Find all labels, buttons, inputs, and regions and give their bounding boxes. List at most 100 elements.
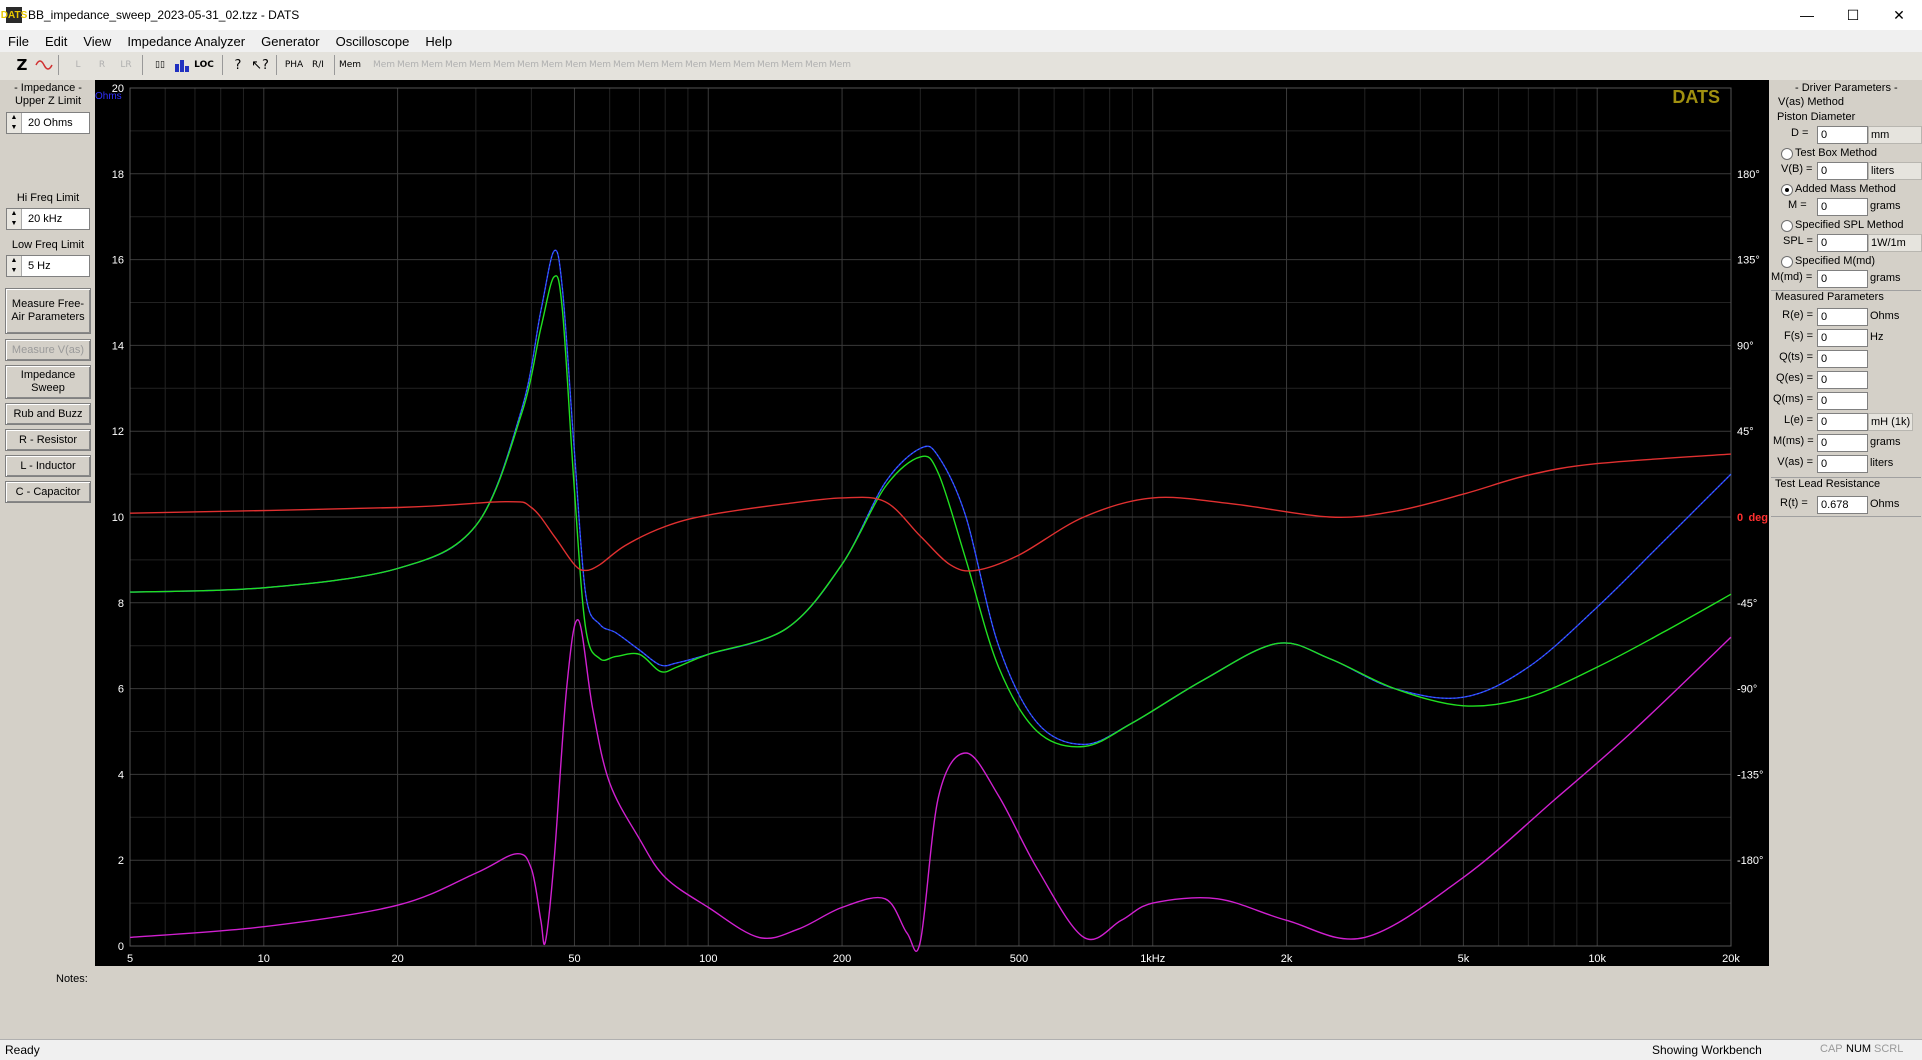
test-lead-header: Test Lead Resistance [1775,478,1881,490]
memory-slot-button[interactable]: Mem [493,54,515,76]
upper-z-spinner[interactable]: ▲ ▼ 20 Ohms [6,112,90,134]
measured-param-value[interactable]: 0 [1817,350,1868,368]
memory-slot-button[interactable]: Mem [445,54,467,76]
memory-slot-button[interactable]: Mem [757,54,779,76]
vb-input[interactable]: 0 [1817,162,1868,180]
ohms-tick-label: 0 [118,941,124,953]
menu-oscilloscope[interactable]: Oscilloscope [328,34,418,49]
close-icon[interactable]: ✕ [1876,0,1922,30]
spl-input[interactable]: 0 [1817,234,1868,252]
log-scale-button[interactable]: LOC [194,54,214,76]
memory-slot-button[interactable]: Mem [661,54,683,76]
hi-freq-spinner[interactable]: ▲ ▼ 20 kHz [6,208,90,230]
hi-freq-value[interactable]: 20 kHz [22,209,62,229]
minimize-icon[interactable]: — [1784,0,1830,30]
impedance-chart-svg[interactable]: 0 2 4 6 8 10 12 14 16 18 20 -180° -135° -90° -45° 0 45°… [95,80,1769,966]
toolbar: Z L R LR ▯▯ LOC ? ↖? PHA R/I Mem Mem Mem M… [0,52,1922,81]
status-ready: Ready [5,1043,40,1057]
menu-generator[interactable]: Generator [253,34,328,49]
impedance-z-button[interactable]: Z [12,54,32,76]
menu-help[interactable]: Help [417,34,460,49]
memory-slot-button[interactable]: Mem [613,54,635,76]
measured-param-value[interactable]: 0 [1817,455,1868,473]
right-panel: - Driver Parameters - V(as) Method Pisto… [1769,80,1922,966]
measured-param-value[interactable]: 0 [1817,434,1868,452]
menu-file[interactable]: File [0,34,37,49]
re-im-icon[interactable]: R/I [308,54,328,76]
memory-slot-button[interactable]: Mem [637,54,659,76]
memory-slot-button[interactable]: Mem [421,54,443,76]
memory-slot-button[interactable]: Mem [829,54,851,76]
measured-param-value[interactable]: 0 [1817,308,1868,326]
m-input[interactable]: 0 [1817,198,1868,216]
memory-slot-button[interactable]: Mem [589,54,611,76]
upper-z-value[interactable]: 20 Ohms [22,113,73,133]
bar-chart-icon[interactable] [172,54,192,76]
memory-slot-button[interactable]: Mem [397,54,419,76]
rub-and-buzz-button[interactable]: Rub and Buzz [5,403,91,425]
impedance-sweep-button[interactable]: Impedance Sweep [5,365,91,399]
specified-spl-label: Specified SPL Method [1795,219,1904,231]
menu-view[interactable]: View [75,34,119,49]
specified-spl-radio[interactable] [1781,220,1793,232]
left-channel-icon[interactable]: L [68,54,88,76]
memory-slot-button[interactable]: Mem [805,54,827,76]
spin-up-icon[interactable]: ▲ [7,113,21,123]
status-bar: Ready Showing Workbench CAP NUM SCRL [0,1039,1922,1060]
measured-param-label: M(ms) = [1773,435,1814,447]
menu-impedance-analyzer[interactable]: Impedance Analyzer [119,34,253,49]
added-mass-radio[interactable] [1781,184,1793,196]
memory-main-button[interactable]: Mem [339,54,361,76]
resistor-button[interactable]: R - Resistor [5,429,91,451]
mmd-input[interactable]: 0 [1817,270,1868,288]
low-freq-spinner[interactable]: ▲ ▼ 5 Hz [6,255,90,277]
spin-up-icon[interactable]: ▲ [7,209,21,219]
memory-slot-button[interactable]: Mem [541,54,563,76]
help-icon[interactable]: ? [228,54,248,76]
vb-unit: liters [1868,162,1922,180]
spl-label: SPL = [1783,235,1813,247]
ohms-tick-label: 8 [118,598,124,610]
capacitor-button[interactable]: C - Capacitor [5,481,91,503]
rt-label: R(t) = [1780,497,1808,509]
memory-slot-button[interactable]: Mem [781,54,803,76]
measure-vas-button[interactable]: Measure V(as) [5,339,91,361]
memory-slot-button[interactable]: Mem [373,54,395,76]
memory-slot-button[interactable]: Mem [733,54,755,76]
memory-slot-button[interactable]: Mem [517,54,539,76]
pha-button[interactable]: PHA [284,54,304,76]
right-channel-icon[interactable]: R [92,54,112,76]
spin-down-icon[interactable]: ▼ [7,123,21,133]
memory-slot-button[interactable]: Mem [709,54,731,76]
inductor-button[interactable]: L - Inductor [5,455,91,477]
specified-mmd-radio[interactable] [1781,256,1793,268]
grid-lines-icon[interactable]: ▯▯ [150,54,170,76]
measured-param-label: L(e) = [1783,414,1813,426]
left-right-channel-icon[interactable]: LR [116,54,136,76]
measured-param-label: Q(ts) = [1779,351,1813,363]
measured-param-label: R(e) = [1782,309,1813,321]
status-workbench: Showing Workbench [1652,1043,1762,1057]
spin-down-icon[interactable]: ▼ [7,266,21,276]
measured-param-value[interactable]: 0 [1817,392,1868,410]
memory-slot-button[interactable]: Mem [469,54,491,76]
low-freq-value[interactable]: 5 Hz [22,256,51,276]
maximize-icon[interactable]: ☐ [1830,0,1876,30]
measured-param-value[interactable]: 0 [1817,329,1868,347]
measure-free-air-button[interactable]: Measure Free-Air Parameters [5,288,91,334]
measured-param-value[interactable]: 0 [1817,413,1868,431]
spin-down-icon[interactable]: ▼ [7,219,21,229]
phase-wave-icon[interactable] [34,54,54,76]
measured-param-value[interactable]: 0 [1817,371,1868,389]
rt-input[interactable]: 0.678 [1817,496,1868,514]
frequency-tick-label: 20 [391,953,403,965]
memory-slot-button[interactable]: Mem [565,54,587,76]
menu-edit[interactable]: Edit [37,34,75,49]
menu-bar: File Edit View Impedance Analyzer Genera… [0,30,1922,52]
impedance-chart[interactable]: 0 2 4 6 8 10 12 14 16 18 20 -180° -135° -90° -45° 0 45°… [95,80,1769,966]
memory-slot-button[interactable]: Mem [685,54,707,76]
context-help-icon[interactable]: ↖? [250,54,270,76]
spin-up-icon[interactable]: ▲ [7,256,21,266]
d-input[interactable]: 0 [1817,126,1868,144]
test-box-radio[interactable] [1781,148,1793,160]
